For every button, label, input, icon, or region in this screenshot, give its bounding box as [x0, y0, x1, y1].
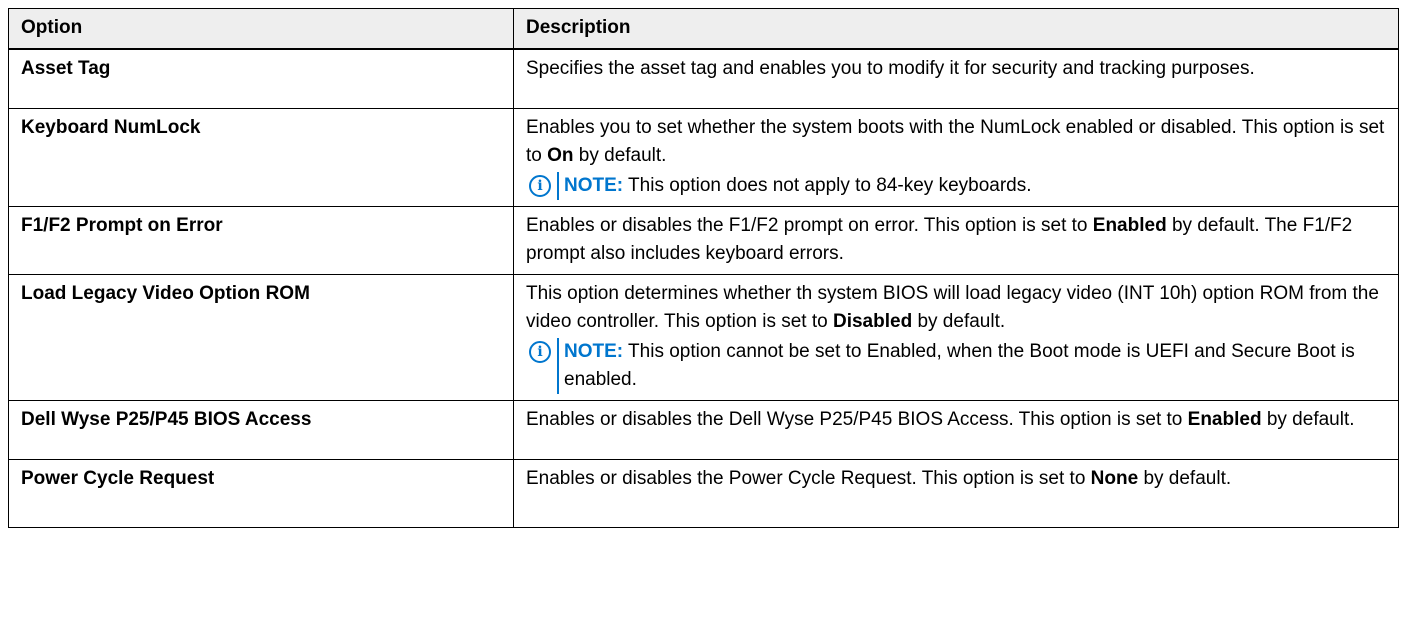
info-circle-icon: i: [529, 175, 551, 197]
note-label: NOTE:: [564, 341, 624, 362]
option-description: Enables or disables the F1/F2 prompt on …: [513, 206, 1399, 275]
note-callout: i NOTE: This option does not apply to 84…: [526, 172, 1386, 200]
option-name: Keyboard NumLock: [8, 108, 514, 207]
option-description: Enables or disables the Dell Wyse P25/P4…: [513, 400, 1399, 460]
note-label: NOTE:: [564, 175, 624, 196]
options-table-container: Option Description Asset Tag Specifies t…: [8, 8, 1399, 528]
column-header-option: Option: [8, 8, 514, 50]
description-text: Specifies the asset tag and enables you …: [526, 58, 1255, 79]
option-name: Power Cycle Request: [8, 459, 514, 528]
option-name: Asset Tag: [8, 48, 514, 109]
info-circle-icon: i: [529, 341, 551, 363]
column-header-description: Description: [513, 8, 1399, 50]
header-row: Option Description: [8, 8, 1399, 50]
option-name: Load Legacy Video Option ROM: [8, 274, 514, 401]
description-text: Enables or disables the Dell Wyse P25/P4…: [526, 409, 1188, 430]
note-text: This option cannot be set to Enabled, wh…: [564, 341, 1355, 390]
option-name: F1/F2 Prompt on Error: [8, 206, 514, 275]
note-callout: i NOTE: This option cannot be set to Ena…: [526, 338, 1386, 394]
description-text: Enables or disables the F1/F2 prompt on …: [526, 215, 1093, 236]
table-row: Asset Tag Specifies the asset tag and en…: [8, 48, 1399, 109]
table-row: Dell Wyse P25/P45 BIOS Access Enables or…: [8, 400, 1399, 460]
bios-options-table: Option Description Asset Tag Specifies t…: [8, 8, 1399, 528]
description-text: by default.: [573, 145, 667, 166]
option-description: Specifies the asset tag and enables you …: [513, 48, 1399, 109]
table-row: Power Cycle Request Enables or disables …: [8, 459, 1399, 528]
table-row: Keyboard NumLock Enables you to set whet…: [8, 108, 1399, 207]
table-row: F1/F2 Prompt on Error Enables or disable…: [8, 206, 1399, 275]
option-name: Dell Wyse P25/P45 BIOS Access: [8, 400, 514, 460]
option-description: This option determines whether th system…: [513, 274, 1399, 401]
description-text: by default.: [1261, 409, 1355, 430]
default-value: On: [547, 145, 574, 166]
table-header: Option Description: [8, 8, 1399, 50]
default-value: Enabled: [1187, 409, 1262, 430]
default-value: None: [1090, 468, 1139, 489]
note-text: This option does not apply to 84-key key…: [623, 175, 1032, 196]
option-description: Enables or disables the Power Cycle Requ…: [513, 459, 1399, 528]
default-value: Enabled: [1092, 215, 1167, 236]
description-text: by default.: [1138, 468, 1232, 489]
description-text: by default.: [912, 311, 1006, 332]
description-text: Enables or disables the Power Cycle Requ…: [526, 468, 1091, 489]
default-value: Disabled: [832, 311, 913, 332]
table-row: Load Legacy Video Option ROM This option…: [8, 274, 1399, 401]
option-description: Enables you to set whether the system bo…: [513, 108, 1399, 207]
